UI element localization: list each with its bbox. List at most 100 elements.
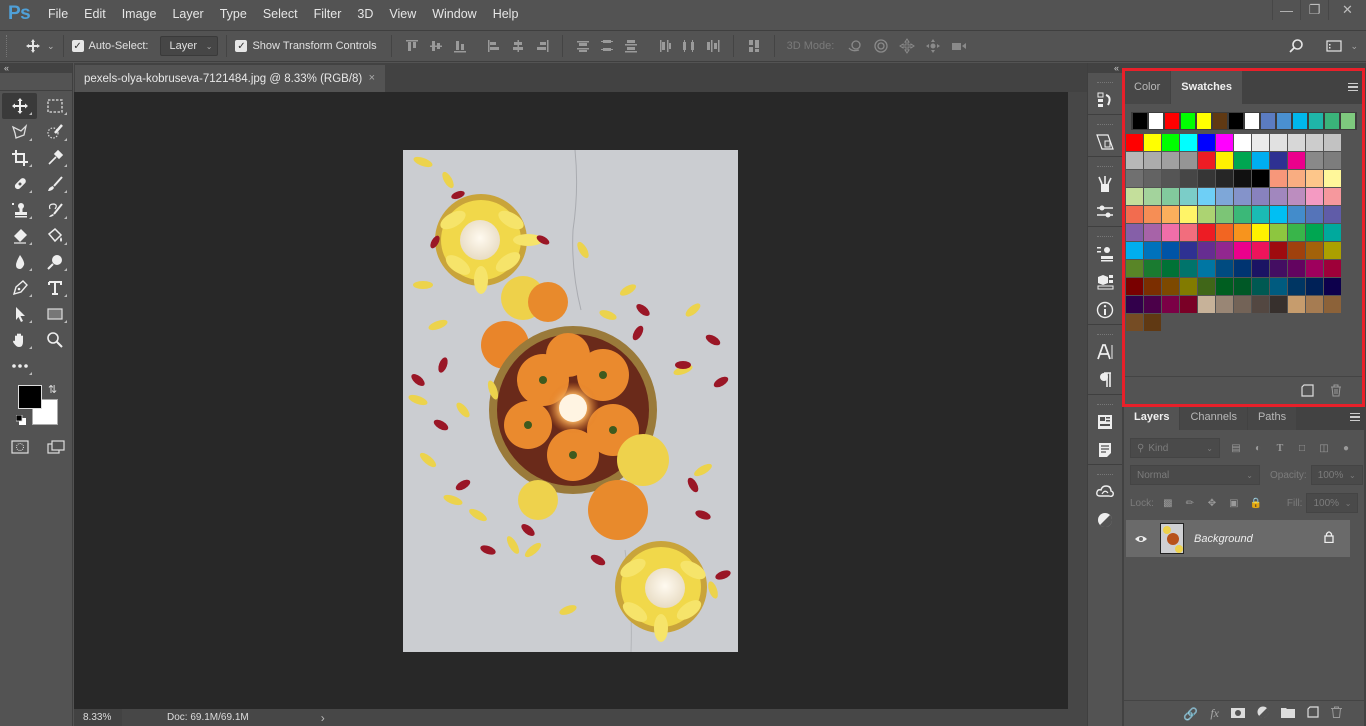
- swatch[interactable]: [1324, 260, 1341, 277]
- hand-tool[interactable]: [2, 327, 37, 353]
- align-vertical-centers-icon[interactable]: [427, 37, 445, 55]
- clone-stamp-tool[interactable]: [2, 197, 37, 223]
- swatch[interactable]: [1180, 206, 1197, 223]
- swatch[interactable]: [1216, 206, 1233, 223]
- menu-image[interactable]: Image: [114, 7, 165, 21]
- swatch[interactable]: [1288, 296, 1305, 313]
- rectangular-marquee-tool[interactable]: [37, 93, 72, 119]
- lock-all-icon[interactable]: 🔒: [1248, 495, 1264, 511]
- swatch[interactable]: [1162, 224, 1179, 241]
- swatch[interactable]: [1144, 224, 1161, 241]
- swatch[interactable]: [1288, 152, 1305, 169]
- swatch[interactable]: [1306, 188, 1323, 205]
- swatch[interactable]: [1216, 134, 1233, 151]
- document-image[interactable]: [403, 150, 738, 652]
- lock-artboard-icon[interactable]: ▣: [1226, 495, 1242, 511]
- move-tool-icon[interactable]: [24, 37, 42, 55]
- menu-file[interactable]: File: [40, 7, 76, 21]
- swatch[interactable]: [1126, 314, 1143, 331]
- zoom-level-field[interactable]: 8.33%: [74, 709, 122, 726]
- options-grip[interactable]: [6, 35, 10, 57]
- swatch[interactable]: [1144, 278, 1161, 295]
- 3d-icon[interactable]: [1088, 268, 1122, 296]
- swatch[interactable]: [1144, 206, 1161, 223]
- history-brush-tool[interactable]: [37, 197, 72, 223]
- swatch[interactable]: [1270, 224, 1287, 241]
- move-tool[interactable]: [2, 93, 37, 119]
- character-icon[interactable]: [1088, 338, 1122, 366]
- swatch[interactable]: [1306, 224, 1323, 241]
- swatch[interactable]: [1252, 206, 1269, 223]
- align-bottom-edges-icon[interactable]: [451, 37, 469, 55]
- new-group-icon[interactable]: [1281, 707, 1295, 721]
- libraries-icon[interactable]: [1088, 478, 1122, 506]
- swatch[interactable]: [1234, 206, 1251, 223]
- auto-select-checkbox[interactable]: ✓: [71, 40, 84, 52]
- swatch[interactable]: [1324, 206, 1341, 223]
- swatch[interactable]: [1180, 296, 1197, 313]
- orbit-3d-icon[interactable]: [844, 37, 866, 55]
- pen-tool[interactable]: [2, 275, 37, 301]
- auto-select-dropdown[interactable]: Layer ⌄: [160, 36, 219, 56]
- menu-layer[interactable]: Layer: [164, 7, 211, 21]
- swatch[interactable]: [1252, 170, 1269, 187]
- distribute-left-icon[interactable]: [656, 37, 674, 55]
- delete-layer-icon[interactable]: [1331, 706, 1342, 721]
- lasso-tool[interactable]: [2, 119, 37, 145]
- swatch[interactable]: [1216, 224, 1233, 241]
- swatch[interactable]: [1144, 188, 1161, 205]
- swatch[interactable]: [1126, 296, 1143, 313]
- recent-swatch[interactable]: [1325, 113, 1339, 129]
- panel-menu-icon[interactable]: [1348, 83, 1358, 91]
- collapse-toolbar-icon[interactable]: «: [0, 63, 72, 73]
- swatch[interactable]: [1234, 188, 1251, 205]
- swatch[interactable]: [1270, 170, 1287, 187]
- swatch[interactable]: [1306, 278, 1323, 295]
- rectangle-tool[interactable]: [37, 301, 72, 327]
- eraser-tool[interactable]: [2, 223, 37, 249]
- menu-select[interactable]: Select: [255, 7, 306, 21]
- spot-healing-brush-tool[interactable]: [2, 171, 37, 197]
- document-tab[interactable]: pexels-olya-kobruseva-7121484.jpg @ 8.33…: [75, 65, 385, 92]
- swatch[interactable]: [1288, 134, 1305, 151]
- lock-transparent-icon[interactable]: ▩: [1160, 495, 1176, 511]
- visibility-eye-icon[interactable]: [1126, 534, 1156, 544]
- recent-swatch[interactable]: [1277, 113, 1291, 129]
- zoom-tool[interactable]: [37, 327, 72, 353]
- new-swatch-icon[interactable]: [1301, 384, 1314, 397]
- slide-3d-icon[interactable]: [922, 37, 944, 55]
- swatch[interactable]: [1324, 134, 1341, 151]
- swatch[interactable]: [1288, 188, 1305, 205]
- opacity-field[interactable]: 100% ⌄: [1310, 465, 1363, 485]
- swatch[interactable]: [1162, 260, 1179, 277]
- swatch[interactable]: [1144, 170, 1161, 187]
- notes-icon[interactable]: [1088, 436, 1122, 464]
- swatch[interactable]: [1144, 134, 1161, 151]
- properties-icon[interactable]: [1088, 408, 1122, 436]
- swatch[interactable]: [1252, 278, 1269, 295]
- swatch[interactable]: [1162, 170, 1179, 187]
- swatch[interactable]: [1198, 188, 1215, 205]
- swatch[interactable]: [1270, 260, 1287, 277]
- swatch[interactable]: [1162, 242, 1179, 259]
- swatch[interactable]: [1126, 242, 1143, 259]
- swatch[interactable]: [1162, 206, 1179, 223]
- swatch[interactable]: [1144, 152, 1161, 169]
- auto-align-layers-icon[interactable]: [745, 37, 763, 55]
- swatch[interactable]: [1306, 242, 1323, 259]
- swatch[interactable]: [1126, 278, 1143, 295]
- filter-toggle-icon[interactable]: ●: [1338, 440, 1354, 456]
- swatch[interactable]: [1180, 152, 1197, 169]
- distribute-vertical-centers-icon[interactable]: [598, 37, 616, 55]
- swatch[interactable]: [1198, 134, 1215, 151]
- swatch[interactable]: [1252, 134, 1269, 151]
- quick-mask-button[interactable]: [10, 437, 30, 457]
- swatch[interactable]: [1324, 296, 1341, 313]
- close-button[interactable]: ✕: [1328, 0, 1366, 20]
- swatch[interactable]: [1216, 296, 1233, 313]
- menu-help[interactable]: Help: [485, 7, 527, 21]
- swatch[interactable]: [1198, 170, 1215, 187]
- swatch[interactable]: [1306, 134, 1323, 151]
- recent-swatch[interactable]: [1229, 113, 1243, 129]
- swatch[interactable]: [1252, 152, 1269, 169]
